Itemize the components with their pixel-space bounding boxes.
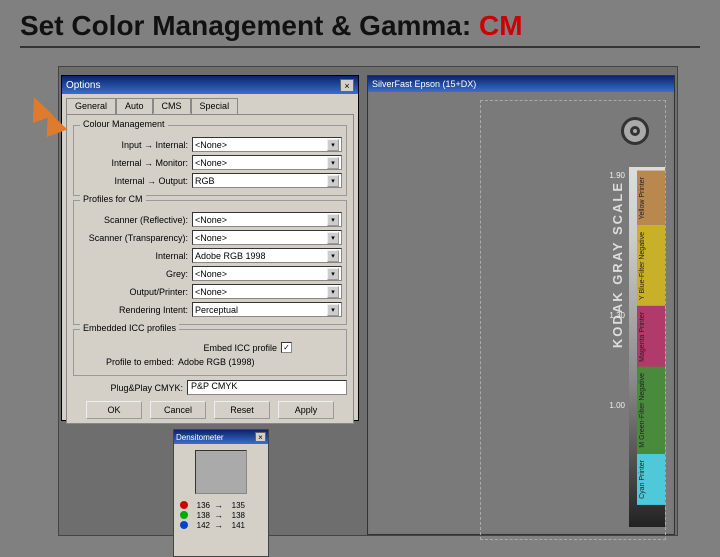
label-grey: Grey: bbox=[78, 269, 188, 279]
label-scanner-transparency: Scanner (Transparency): bbox=[78, 233, 188, 243]
chevron-down-icon: ▾ bbox=[327, 175, 339, 187]
densitometer-title: Densitometer bbox=[176, 433, 224, 442]
chevron-down-icon: ▾ bbox=[327, 139, 339, 151]
reset-button[interactable]: Reset bbox=[214, 401, 270, 419]
group-colour-management: Colour Management Input → Internal:<None… bbox=[73, 125, 347, 196]
color-band: Cyan Printer bbox=[637, 454, 665, 505]
group-embed: Embedded ICC profiles Embed ICC profile … bbox=[73, 329, 347, 376]
value-in: 136 bbox=[192, 501, 210, 510]
select-rendering-intent[interactable]: Perceptual▾ bbox=[192, 302, 342, 317]
value-profile-to-embed: Adobe RGB (1998) bbox=[178, 357, 342, 367]
channel-dot-icon bbox=[180, 501, 188, 509]
cms-panel: Colour Management Input → Internal: <None… bbox=[66, 114, 354, 424]
arrow-icon: → bbox=[214, 510, 223, 520]
scan-marquee[interactable]: KODAK GRAY SCALE 1.90 1.30 1.00 Yellow P… bbox=[480, 100, 666, 540]
apply-button[interactable]: Apply bbox=[278, 401, 334, 419]
close-icon[interactable]: × bbox=[340, 79, 354, 92]
densitometer-swatch bbox=[195, 450, 247, 494]
preview-canvas[interactable]: KODAK GRAY SCALE 1.90 1.30 1.00 Yellow P… bbox=[370, 92, 672, 532]
options-dialog: Options × General Auto CMS Special Colou… bbox=[61, 75, 359, 421]
select-scanner-reflective[interactable]: <None>▾ bbox=[192, 212, 342, 227]
arrow-icon: → bbox=[214, 500, 223, 510]
dialog-titlebar[interactable]: Options × bbox=[62, 76, 358, 94]
title-prefix: Set Color Management & Gamma: bbox=[20, 10, 479, 41]
color-band: Y Blue-Filter Negative bbox=[637, 226, 665, 306]
select-grey[interactable]: <None>▾ bbox=[192, 266, 342, 281]
dialog-buttons: OK Cancel Reset Apply bbox=[71, 401, 349, 419]
channel-dot-icon bbox=[180, 511, 188, 519]
densitometer-panel[interactable]: Densitometer × 136→135138→138142→141 bbox=[173, 429, 269, 557]
densitometer-row: 142 → 141 bbox=[174, 520, 268, 530]
value-in: 142 bbox=[192, 521, 210, 530]
app-workspace: Options × General Auto CMS Special Colou… bbox=[58, 66, 678, 536]
scale-tick: 1.90 bbox=[609, 171, 625, 180]
label-internal: Internal: bbox=[78, 251, 188, 261]
scale-tick: 1.00 bbox=[609, 401, 625, 410]
chevron-down-icon: ▾ bbox=[327, 214, 339, 226]
tab-cms[interactable]: CMS bbox=[153, 98, 191, 114]
value-in: 138 bbox=[192, 511, 210, 520]
color-band: Magenta Printer bbox=[637, 306, 665, 368]
densitometer-row: 138 → 138 bbox=[174, 510, 268, 520]
ok-button[interactable]: OK bbox=[86, 401, 142, 419]
close-icon[interactable]: × bbox=[255, 432, 266, 442]
select-internal-monitor[interactable]: <None>▾ bbox=[192, 155, 342, 170]
densitometer-titlebar[interactable]: Densitometer × bbox=[174, 430, 268, 444]
chevron-down-icon: ▾ bbox=[327, 250, 339, 262]
label-internal-monitor: Internal → Monitor: bbox=[78, 158, 188, 168]
tab-general[interactable]: General bbox=[66, 98, 116, 114]
channel-dot-icon bbox=[180, 521, 188, 529]
label-rendering-intent: Rendering Intent: bbox=[78, 305, 188, 315]
arrow-icon: → bbox=[214, 520, 223, 530]
group-title: Embedded ICC profiles bbox=[80, 323, 179, 333]
dialog-tabs: General Auto CMS Special bbox=[66, 98, 354, 114]
slide-title: Set Color Management & Gamma: CM bbox=[20, 10, 700, 48]
select-scanner-transparency[interactable]: <None>▾ bbox=[192, 230, 342, 245]
checkbox-embed[interactable]: ✓ bbox=[281, 342, 292, 353]
select-input-internal[interactable]: <None>▾ bbox=[192, 137, 342, 152]
cancel-button[interactable]: Cancel bbox=[150, 401, 206, 419]
chevron-down-icon: ▾ bbox=[327, 232, 339, 244]
value-out: 141 bbox=[227, 521, 245, 530]
value-out: 135 bbox=[227, 501, 245, 510]
label-input-internal: Input → Internal: bbox=[78, 140, 188, 150]
label-embed: Embed ICC profile bbox=[203, 343, 277, 353]
label-plugnplay: Plug&Play CMYK: bbox=[73, 383, 183, 393]
select-internal[interactable]: Adobe RGB 1998▾ bbox=[192, 248, 342, 263]
dialog-title: Options bbox=[66, 80, 100, 91]
tab-auto[interactable]: Auto bbox=[116, 98, 153, 114]
color-band: M Green-Filter Negative bbox=[637, 367, 665, 454]
tab-special[interactable]: Special bbox=[191, 98, 239, 114]
document-window: SilverFast Epson (15+DX) KODAK GRAY SCAL… bbox=[367, 75, 675, 535]
chevron-down-icon: ▾ bbox=[327, 304, 339, 316]
group-title: Colour Management bbox=[80, 119, 168, 129]
scale-tick: 1.30 bbox=[609, 311, 625, 320]
chevron-down-icon: ▾ bbox=[327, 268, 339, 280]
document-title: SilverFast Epson (15+DX) bbox=[368, 76, 674, 92]
chevron-down-icon: ▾ bbox=[327, 286, 339, 298]
kodak-label: KODAK GRAY SCALE bbox=[610, 181, 625, 348]
densitometer-row: 136 → 135 bbox=[174, 500, 268, 510]
chevron-down-icon: ▾ bbox=[327, 157, 339, 169]
label-internal-output: Internal → Output: bbox=[78, 176, 188, 186]
color-band: Yellow Printer bbox=[637, 171, 665, 226]
select-output-printer[interactable]: <None>▾ bbox=[192, 284, 342, 299]
title-cm: CM bbox=[479, 10, 523, 41]
select-internal-output[interactable]: RGB▾ bbox=[192, 173, 342, 188]
group-profiles: Profiles for CM Scanner (Reflective):<No… bbox=[73, 200, 347, 325]
label-profile-to-embed: Profile to embed: bbox=[78, 357, 174, 367]
label-scanner-reflective: Scanner (Reflective): bbox=[78, 215, 188, 225]
color-bands: Yellow PrinterY Blue-Filter NegativeMage… bbox=[637, 171, 665, 539]
value-out: 138 bbox=[227, 511, 245, 520]
label-output-printer: Output/Printer: bbox=[78, 287, 188, 297]
field-plugnplay[interactable]: P&P CMYK bbox=[187, 380, 347, 395]
group-title: Profiles for CM bbox=[80, 194, 146, 204]
target-icon bbox=[621, 117, 649, 145]
